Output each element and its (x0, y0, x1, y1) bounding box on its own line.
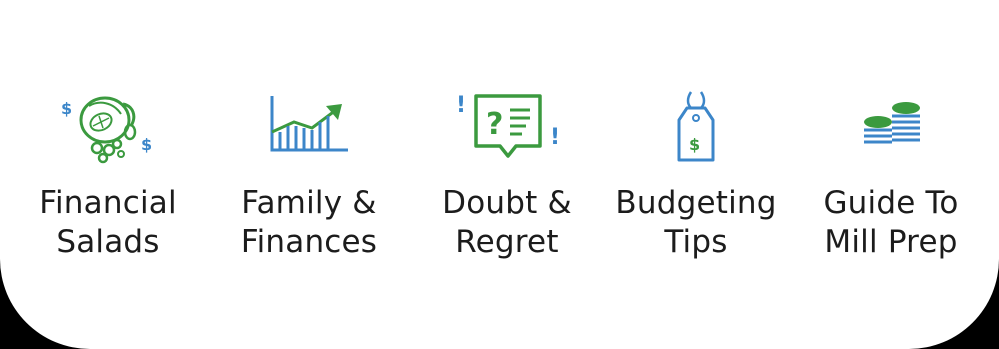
dollar-sign: $ (61, 99, 72, 118)
exclamation-mark: ! (456, 93, 466, 118)
question-mark: ? (486, 107, 503, 142)
categories-panel: $ $ Financial Salads Family & Finances !… (0, 0, 999, 349)
category-label: Financial Salads (39, 185, 177, 260)
dollar-sign: $ (689, 135, 700, 154)
category-doubt-regret[interactable]: ! ! ? Doubt & Regret (412, 88, 602, 262)
category-financial-salads[interactable]: $ $ Financial Salads (13, 88, 203, 262)
price-tag-icon: $ (641, 88, 751, 170)
category-label: Family & Finances (240, 185, 378, 260)
exclamation-mark: ! (550, 125, 560, 150)
dollar-sign: $ (141, 135, 152, 154)
category-label: Doubt & Regret (442, 185, 572, 260)
category-budgeting-tips[interactable]: $ Budgeting Tips (601, 88, 791, 262)
category-family-finances[interactable]: Family & Finances (214, 88, 404, 262)
coin-stacks-icon (836, 88, 946, 170)
growth-chart-icon (254, 88, 364, 170)
question-message-icon: ! ! ? (452, 88, 562, 170)
salad-money-icon: $ $ (53, 88, 163, 170)
category-label: Guide To Mill Prep (823, 185, 959, 260)
category-label: Budgeting Tips (615, 185, 777, 260)
category-guide-to-mill-prep[interactable]: Guide To Mill Prep (796, 88, 986, 262)
